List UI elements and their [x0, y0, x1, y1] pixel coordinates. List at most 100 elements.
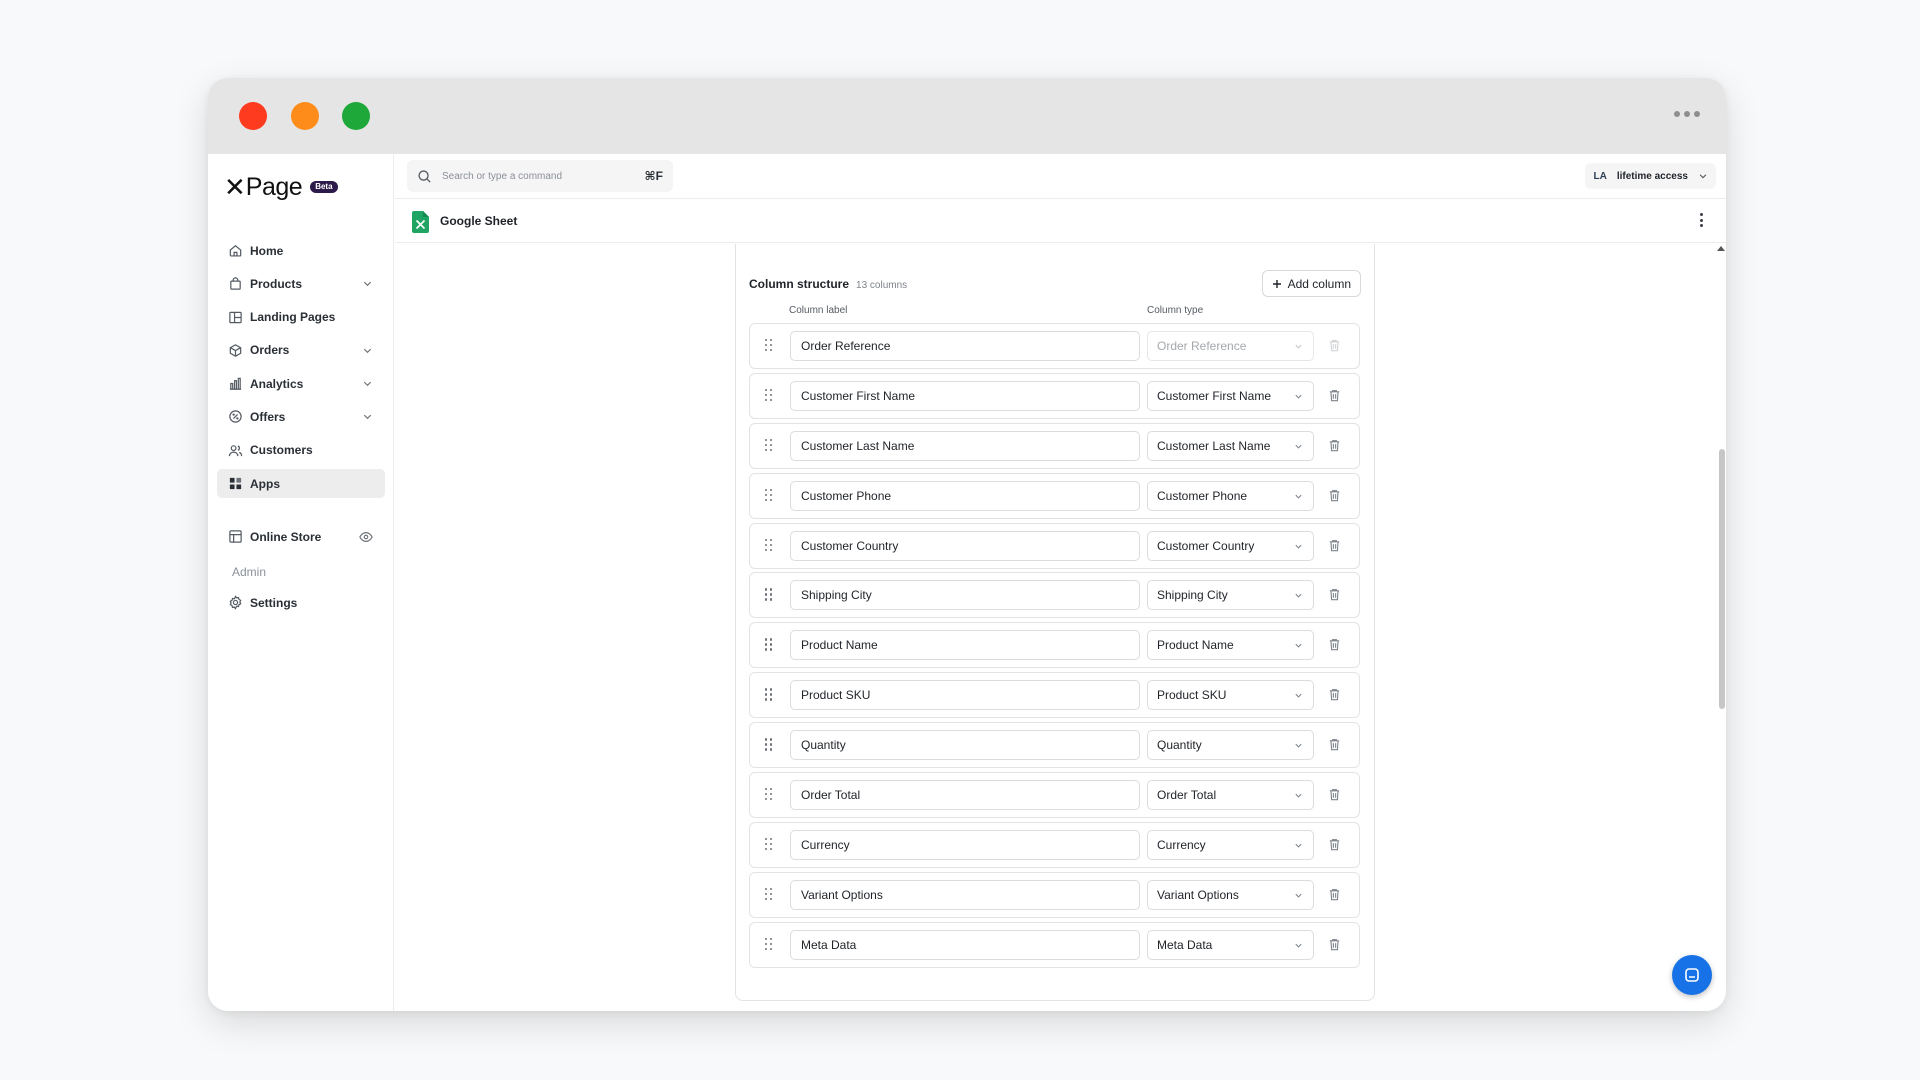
sidebar-item-orders[interactable]: Orders [217, 336, 385, 365]
logo[interactable]: ✕ Page Beta [224, 174, 338, 200]
users-icon [227, 442, 243, 458]
drag-handle-icon[interactable] [765, 388, 773, 402]
column-label-input[interactable]: Order Total [790, 780, 1140, 811]
column-type-value: Variant Options [1157, 887, 1239, 902]
more-vertical-icon[interactable] [1700, 213, 1704, 227]
trash-icon[interactable] [1327, 388, 1342, 403]
column-label-input[interactable]: Product SKU [790, 680, 1140, 711]
trash-icon[interactable] [1327, 887, 1342, 902]
column-type-select[interactable]: Order Total [1147, 780, 1314, 811]
more-horizontal-icon[interactable] [1674, 111, 1700, 117]
column-label-input[interactable]: Shipping City [790, 580, 1140, 611]
drag-handle-icon[interactable] [765, 438, 773, 452]
column-rows: Order Reference Order Reference Customer F… [749, 323, 1360, 972]
scrollbar[interactable] [1719, 449, 1725, 709]
sidebar-item-online-store[interactable]: Online Store [217, 522, 385, 551]
sidebar-item-analytics[interactable]: Analytics [217, 369, 385, 398]
column-label-input[interactable]: Variant Options [790, 879, 1140, 910]
column-type-select[interactable]: Quantity [1147, 730, 1314, 761]
column-type-select[interactable]: Customer Phone [1147, 480, 1314, 511]
trash-icon[interactable] [1327, 787, 1342, 802]
add-column-button[interactable]: Add column [1261, 270, 1361, 297]
column-type-select[interactable]: Currency [1147, 829, 1314, 860]
trash-icon[interactable] [1327, 737, 1342, 752]
column-label-input[interactable]: Customer Last Name [790, 430, 1140, 461]
column-type-select[interactable]: Customer Last Name [1147, 430, 1314, 461]
avatar: LA [1593, 170, 1607, 182]
trash-icon[interactable] [1327, 837, 1342, 852]
drag-handle-icon[interactable] [765, 339, 773, 352]
trash-icon[interactable] [1327, 637, 1342, 652]
column-label-header: Column label [789, 305, 848, 316]
column-type-select[interactable]: Shipping City [1147, 580, 1314, 611]
chevron-down-icon [1295, 444, 1302, 449]
trash-icon[interactable] [1327, 587, 1342, 602]
bag-icon [227, 276, 243, 292]
scroll-up-arrow[interactable] [1717, 246, 1725, 251]
sidebar-item-label: Products [250, 276, 303, 291]
sidebar-item-offers[interactable]: Offers [217, 402, 385, 431]
column-type-select[interactable]: Meta Data [1147, 929, 1314, 960]
sidebar-item-label: Offers [250, 409, 286, 424]
column-label-input[interactable]: Customer Phone [790, 480, 1140, 511]
sidebar-item-label: Customers [250, 443, 313, 458]
account-plan-label: lifetime access [1616, 170, 1688, 182]
column-label-input[interactable]: Product Name [790, 630, 1140, 661]
column-row: Currency Currency [749, 821, 1360, 868]
home-icon [227, 243, 243, 259]
chevron-down-icon[interactable] [362, 345, 373, 356]
eye-icon[interactable] [359, 530, 373, 544]
sidebar-item-products[interactable]: Products [217, 269, 385, 298]
column-label-input[interactable]: Currency [790, 829, 1140, 860]
search-shortcut: ⌘F [644, 169, 663, 183]
account-menu[interactable]: LA lifetime access [1585, 163, 1716, 189]
drag-handle-icon[interactable] [765, 937, 773, 951]
chat-support-button[interactable] [1672, 955, 1712, 995]
chevron-down-icon [1295, 344, 1302, 349]
close-window-button[interactable] [239, 102, 267, 130]
chevron-down-icon[interactable] [362, 411, 373, 422]
drag-handle-icon[interactable] [765, 837, 773, 851]
drag-handle-icon[interactable] [765, 738, 773, 751]
main-content: Column structure 13 columns Add column C… [395, 244, 1726, 1011]
column-label-input[interactable]: Customer First Name [790, 380, 1140, 411]
sidebar-item-apps[interactable]: Apps [217, 469, 385, 499]
drag-handle-icon[interactable] [765, 688, 773, 701]
column-label-input[interactable]: Customer Country [790, 530, 1140, 561]
drag-handle-icon[interactable] [765, 638, 773, 651]
sidebar-item-landing-pages[interactable]: Landing Pages [217, 303, 385, 332]
chevron-down-icon[interactable] [362, 278, 373, 289]
google-sheets-icon [412, 211, 429, 233]
maximize-window-button[interactable] [342, 102, 370, 130]
column-type-select[interactable]: Product SKU [1147, 680, 1314, 711]
sidebar-item-settings[interactable]: Settings [217, 588, 385, 617]
chevron-down-icon [1295, 394, 1302, 399]
column-label-input[interactable]: Order Reference [790, 331, 1140, 361]
trash-icon[interactable] [1327, 488, 1342, 503]
drag-handle-icon[interactable] [765, 588, 773, 601]
column-type-select[interactable]: Product Name [1147, 630, 1314, 661]
drag-handle-icon[interactable] [765, 488, 773, 502]
trash-icon[interactable] [1327, 538, 1342, 553]
trash-icon[interactable] [1327, 937, 1342, 952]
column-type-select[interactable]: Variant Options [1147, 879, 1314, 910]
drag-handle-icon[interactable] [765, 538, 773, 552]
sidebar-item-label: Apps [250, 476, 280, 491]
column-type-value: Product SKU [1157, 688, 1227, 703]
trash-icon[interactable] [1327, 438, 1342, 453]
column-label-input[interactable]: Quantity [790, 730, 1140, 761]
column-type-select[interactable]: Customer Country [1147, 530, 1314, 561]
trash-icon[interactable] [1327, 687, 1342, 702]
column-label-input[interactable]: Meta Data [790, 929, 1140, 960]
sidebar-item-home[interactable]: Home [217, 236, 385, 265]
search-input[interactable]: Search or type a command ⌘F [407, 160, 673, 192]
chevron-down-icon[interactable] [362, 378, 373, 389]
drag-handle-icon[interactable] [765, 788, 773, 801]
chevron-down-icon [1295, 594, 1302, 599]
beta-badge: Beta [310, 181, 338, 193]
drag-handle-icon[interactable] [765, 887, 773, 901]
sidebar-item-customers[interactable]: Customers [217, 436, 385, 465]
minimize-window-button[interactable] [291, 102, 319, 130]
page-title: Google Sheet [440, 214, 518, 228]
column-type-select[interactable]: Customer First Name [1147, 380, 1314, 411]
